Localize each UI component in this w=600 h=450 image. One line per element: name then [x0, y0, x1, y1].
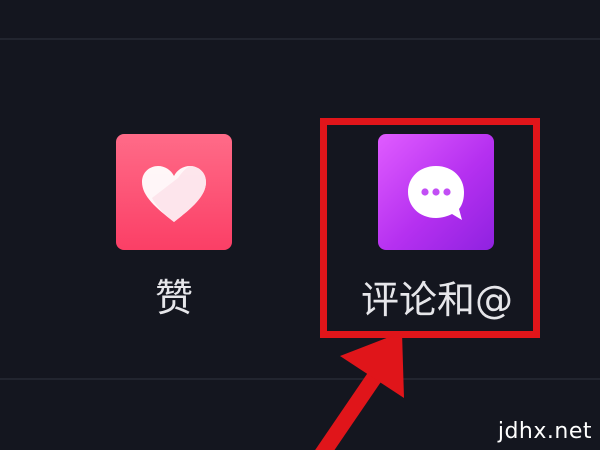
top-divider [0, 38, 600, 40]
likes-label: 赞 [154, 276, 193, 320]
bottom-divider [0, 378, 600, 380]
watermark-text: jdhx.net [497, 419, 592, 444]
heart-icon [142, 166, 206, 222]
highlight-box [320, 118, 540, 338]
notification-panel: 赞 评论和@ jdhx.net [0, 0, 600, 450]
likes-button[interactable] [116, 134, 232, 250]
